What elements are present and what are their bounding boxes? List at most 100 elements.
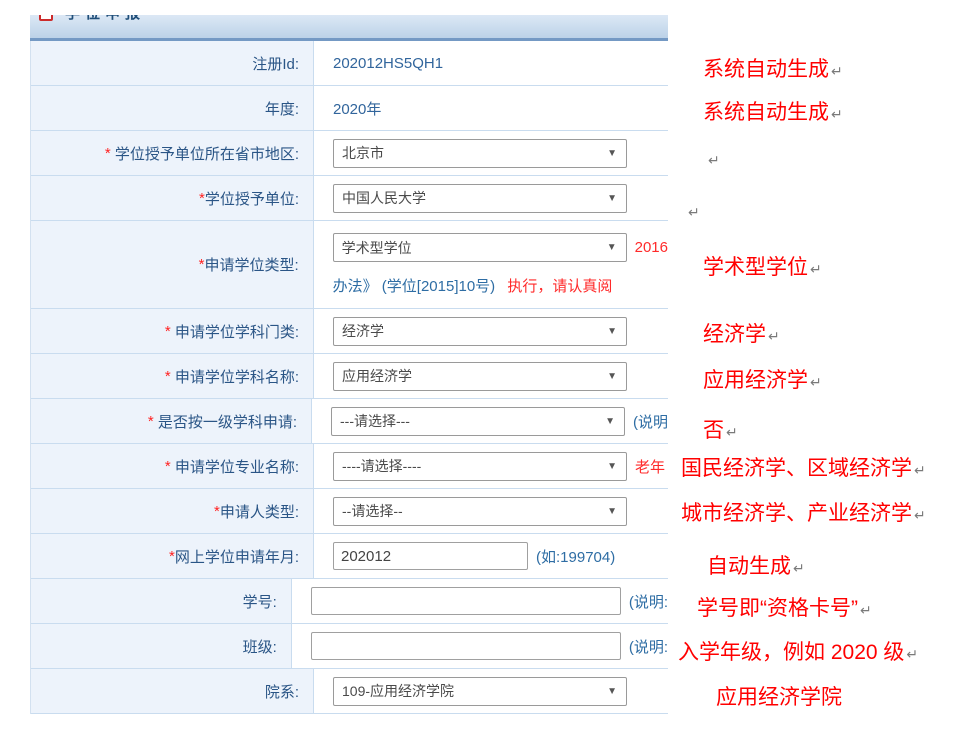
form-icon xyxy=(39,15,53,21)
field-label: * 学位授予单位所在省市地区: xyxy=(31,131,314,175)
applicant-type-select[interactable]: --请选择-- ▼ xyxy=(333,497,627,526)
field-label-text: 是否按一级学科申请: xyxy=(158,411,297,432)
form-row-department: 院系: 109-应用经济学院 ▼ xyxy=(31,669,668,714)
paragraph-mark-icon: ↵ xyxy=(831,63,843,79)
form-row-year: 年度: 2020年 xyxy=(31,86,668,131)
first-level-select[interactable]: ---请选择--- ▼ xyxy=(331,407,625,436)
annotation: 经济学↵ xyxy=(703,318,780,348)
paragraph-mark-icon: ↵ xyxy=(914,462,926,478)
dropdown-arrow-icon: ▼ xyxy=(607,242,617,253)
field-hint: (说明: xyxy=(629,636,668,657)
field-label-text: 年度: xyxy=(265,98,299,119)
panel-header: 学位申报 xyxy=(30,15,668,41)
annotation: 应用经济学↵ xyxy=(703,364,822,394)
province-select[interactable]: 北京市 ▼ xyxy=(333,139,627,168)
field-hint: (如:199704) xyxy=(536,546,615,567)
readonly-value: 202012HS5QH1 xyxy=(333,55,443,72)
required-star: * xyxy=(165,458,175,475)
annotation: 城市经济学、产业经济学↵ xyxy=(681,497,926,527)
notice-text-blue: 办法》 (学位[2015]10号) xyxy=(333,275,500,296)
field-label-text: 申请学位类型: xyxy=(204,254,298,275)
form-row-applicant-type: *申请人类型: --请选择-- ▼ xyxy=(31,489,668,534)
field-note-red: 老年 xyxy=(635,456,665,477)
field-label-text: 申请学位学科名称: xyxy=(175,366,299,387)
dropdown-arrow-icon: ▼ xyxy=(607,148,617,159)
field-label-text: 网上学位申请年月: xyxy=(175,546,299,567)
degree-form-panel: 学位申报 注册Id: 202012HS5QH1 年度: 2020年 * 学位授予… xyxy=(30,15,668,714)
select-value: 应用经济学 xyxy=(342,366,412,386)
annotation: 系统自动生成↵ xyxy=(703,53,843,83)
dropdown-arrow-icon: ▼ xyxy=(607,371,617,382)
field-label-text: 班级: xyxy=(243,636,277,657)
field-label-text: 申请人类型: xyxy=(220,501,299,522)
paragraph-mark-icon: ↵ xyxy=(793,560,805,576)
form-row-student-id: 学号: (说明: xyxy=(31,579,668,624)
class-input[interactable] xyxy=(311,632,621,660)
form-row-degree-type: *申请学位类型: 学术型学位 ▼ 2016 办法》 (学位[2015]10号) … xyxy=(31,221,668,309)
paragraph-mark-icon: ↵ xyxy=(688,204,700,220)
field-label-text: 注册Id: xyxy=(252,53,299,74)
field-label: * 申请学位学科名称: xyxy=(31,354,314,398)
annotation: ↵ xyxy=(706,147,720,171)
select-value: 中国人民大学 xyxy=(342,188,426,208)
degree-type-select[interactable]: 学术型学位 ▼ xyxy=(333,233,627,262)
form-row-institution: *学位授予单位: 中国人民大学 ▼ xyxy=(31,176,668,221)
paragraph-mark-icon: ↵ xyxy=(768,328,780,344)
paragraph-mark-icon: ↵ xyxy=(810,261,822,277)
dropdown-arrow-icon: ▼ xyxy=(607,686,617,697)
annotation: 否↵ xyxy=(703,414,738,444)
department-select[interactable]: 109-应用经济学院 ▼ xyxy=(333,677,627,706)
form-row-province: * 学位授予单位所在省市地区: 北京市 ▼ xyxy=(31,131,668,176)
form-row-major-name: * 申请学位专业名称: ----请选择---- ▼ 老年 xyxy=(31,444,668,489)
major-name-select[interactable]: ----请选择---- ▼ xyxy=(333,452,627,481)
panel-title: 学位申报 xyxy=(65,15,145,23)
field-label: * 申请学位学科门类: xyxy=(31,309,314,353)
select-value: 北京市 xyxy=(342,143,384,163)
institution-select[interactable]: 中国人民大学 ▼ xyxy=(333,184,627,213)
dropdown-arrow-icon: ▼ xyxy=(607,461,617,472)
annotation: 入学年级，例如 2020 级↵ xyxy=(678,636,918,666)
select-value: ----请选择---- xyxy=(342,456,421,476)
annotation: 学号即“资格卡号”↵ xyxy=(697,592,872,622)
field-note: (说明 xyxy=(633,411,668,432)
readonly-value: 2020年 xyxy=(333,98,381,119)
annotation: 国民经济学、区域经济学↵ xyxy=(681,452,926,482)
field-label: *申请人类型: xyxy=(31,489,314,533)
dropdown-arrow-icon: ▼ xyxy=(607,506,617,517)
required-star: * xyxy=(165,323,175,340)
form-row-first-level: * 是否按一级学科申请: ---请选择--- ▼ (说明 xyxy=(31,399,668,444)
apply-month-input[interactable] xyxy=(333,542,528,570)
field-label: 学号: xyxy=(31,579,292,623)
field-label-text: 学位授予单位所在省市地区: xyxy=(115,143,299,164)
discipline-category-select[interactable]: 经济学 ▼ xyxy=(333,317,627,346)
select-value: --请选择-- xyxy=(342,501,403,521)
select-value: 学术型学位 xyxy=(342,238,412,258)
field-label-text: 学位授予单位: xyxy=(205,188,299,209)
form-row-class: 班级: (说明: xyxy=(31,624,668,669)
paragraph-mark-icon: ↵ xyxy=(708,152,720,168)
form-table: 注册Id: 202012HS5QH1 年度: 2020年 * 学位授予单位所在省… xyxy=(30,41,668,714)
annotation: ↵ xyxy=(686,199,700,223)
select-value: 109-应用经济学院 xyxy=(342,681,454,701)
form-row-discipline-category: * 申请学位学科门类: 经济学 ▼ xyxy=(31,309,668,354)
field-label: *学位授予单位: xyxy=(31,176,314,220)
required-star: * xyxy=(148,413,158,430)
field-label: *网上学位申请年月: xyxy=(31,534,314,578)
select-value: ---请选择--- xyxy=(340,411,410,431)
paragraph-mark-icon: ↵ xyxy=(906,646,918,662)
form-row-discipline-name: * 申请学位学科名称: 应用经济学 ▼ xyxy=(31,354,668,399)
field-label: 班级: xyxy=(31,624,292,668)
annotation: 学术型学位↵ xyxy=(703,251,822,281)
paragraph-mark-icon: ↵ xyxy=(860,602,872,618)
student-id-input[interactable] xyxy=(311,587,621,615)
dropdown-arrow-icon: ▼ xyxy=(605,416,615,427)
required-star: * xyxy=(165,368,175,385)
paragraph-mark-icon: ↵ xyxy=(914,507,926,523)
annotation: 自动生成↵ xyxy=(707,550,805,580)
paragraph-mark-icon: ↵ xyxy=(831,106,843,122)
form-row-apply-month: *网上学位申请年月: (如:199704) xyxy=(31,534,668,579)
field-label: * 是否按一级学科申请: xyxy=(31,399,312,443)
discipline-name-select[interactable]: 应用经济学 ▼ xyxy=(333,362,627,391)
form-row-reg-id: 注册Id: 202012HS5QH1 xyxy=(31,41,668,86)
field-label: 年度: xyxy=(31,86,314,130)
